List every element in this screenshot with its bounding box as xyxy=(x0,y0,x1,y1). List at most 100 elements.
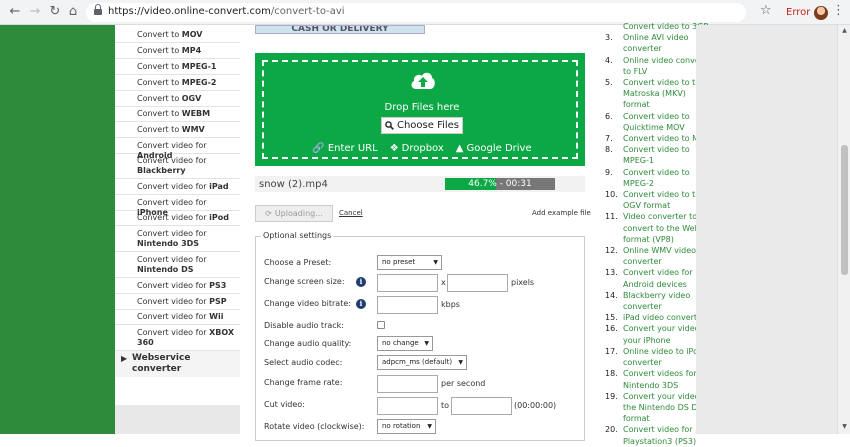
google-drive-link[interactable]: ▲ Google Drive xyxy=(456,143,532,154)
sidebar-item[interactable]: Convert to OGV xyxy=(115,92,240,107)
converter-link[interactable]: Convert video to MPEG-1 xyxy=(623,145,690,165)
dropbox-icon: ❖ xyxy=(389,143,399,154)
converter-link[interactable]: Convert video to Quicktime MOV xyxy=(623,112,690,132)
upload-progress-bar: 46.7% - 00:31 xyxy=(445,178,555,190)
scroll-down-icon[interactable]: ▼ xyxy=(841,423,848,430)
cut-to-label: to xyxy=(441,401,450,410)
choose-files-label: Choose Files xyxy=(396,120,460,131)
screen-height-input[interactable] xyxy=(447,274,508,292)
converter-link[interactable]: iPad video converter xyxy=(623,313,705,322)
converter-link[interactable]: Convert video for Playstation3 (PS3) xyxy=(623,425,696,445)
choose-files-button[interactable]: Choose Files xyxy=(381,117,463,134)
forward-icon[interactable]: → xyxy=(26,3,44,21)
bitrate-input[interactable] xyxy=(377,296,438,314)
page-scrollbar[interactable]: ▲ ▼ xyxy=(837,25,850,434)
reload-icon[interactable]: ↻ xyxy=(46,3,64,21)
bookmark-star-icon[interactable]: ☆ xyxy=(760,3,772,18)
converter-link[interactable]: Online WMV video converter xyxy=(623,246,696,266)
right-background xyxy=(696,25,837,434)
list-number: 8. xyxy=(605,145,613,155)
audio-quality-label: Change audio quality: xyxy=(264,339,352,348)
cancel-link[interactable]: Cancel xyxy=(339,209,363,217)
drop-files-text: Drop Files here xyxy=(384,102,460,113)
converter-link[interactable]: Convert video to the Matroska (MKV) form… xyxy=(623,78,705,109)
converter-link[interactable]: Blackberry video converter xyxy=(623,291,690,311)
cut-end-input[interactable] xyxy=(451,397,512,415)
sidebar-item[interactable]: Convert video for Nintendo DS xyxy=(115,253,240,278)
converter-link[interactable]: Convert video to MPEG-2 xyxy=(623,168,690,188)
sidebar-item[interactable]: Convert video for PS3 xyxy=(115,279,240,294)
screen-width-input[interactable] xyxy=(377,274,438,292)
address-bar[interactable]: https://video.online-convert.com/convert… xyxy=(86,3,746,22)
audio-quality-select[interactable]: no change ▼ xyxy=(377,336,433,351)
error-label: Error xyxy=(786,7,811,18)
progress-label: 46.7% - 00:31 xyxy=(468,179,532,189)
enter-url-link[interactable]: 🔗 Enter URL xyxy=(312,143,377,154)
audio-codec-select[interactable]: adpcm_ms (default) ▼ xyxy=(377,355,467,370)
optional-settings-legend: Optional settings xyxy=(261,231,334,240)
profile-error-button[interactable]: Error xyxy=(786,4,829,21)
home-icon[interactable]: ⌂ xyxy=(64,3,82,21)
sidebar-item[interactable]: Convert video for Wii xyxy=(115,310,240,325)
frame-rate-input[interactable] xyxy=(377,375,438,393)
bitrate-unit: kbps xyxy=(441,300,460,309)
sidebar-item[interactable]: Convert video for iPad xyxy=(115,180,240,195)
file-name: snow (2).mp4 xyxy=(259,179,328,190)
sidebar-item-format: MPEG-2 xyxy=(181,78,217,87)
rotate-select[interactable]: no rotation ▼ xyxy=(377,419,436,434)
disable-audio-checkbox[interactable] xyxy=(377,321,385,329)
converter-link[interactable]: Online AVI video converter xyxy=(623,33,689,53)
sidebar-item[interactable]: Convert to MP4 xyxy=(115,44,240,59)
sidebar: Convert to MOV Convert to MP4 Convert to M… xyxy=(115,25,240,434)
converter-link[interactable]: Video converter to convert to the WebM f… xyxy=(623,212,707,243)
scroll-up-icon[interactable]: ▲ xyxy=(841,27,848,34)
sidebar-item[interactable]: Convert to WMV xyxy=(115,123,240,138)
sidebar-item[interactable]: Convert video for Android xyxy=(115,139,240,160)
sidebar-item-format: WMV xyxy=(181,125,205,134)
sidebar-item[interactable]: Convert video for iPhone xyxy=(115,196,240,217)
sidebar-item[interactable]: Convert video for Nintendo 3DS xyxy=(115,227,240,252)
list-number: 18. xyxy=(605,369,618,379)
sidebar-item[interactable]: Convert video for XBOX 360 xyxy=(115,326,240,351)
browser-toolbar: ← → ↻ ⌂ https://video.online-convert.com… xyxy=(0,0,850,25)
ad-banner[interactable]: CASH OR DELIVERY xyxy=(255,25,425,34)
sidebar-item[interactable]: Convert to MOV xyxy=(115,28,240,43)
list-number: 4. xyxy=(605,55,613,65)
info-icon[interactable]: i xyxy=(356,277,366,287)
converter-link[interactable]: Convert video to the OGV format xyxy=(623,190,705,210)
sidebar-item[interactable]: Convert to MPEG-1 xyxy=(115,60,240,75)
converter-link[interactable]: Convert video for Android devices xyxy=(623,268,693,288)
sidebar-item-format: MOV xyxy=(181,30,203,39)
sidebar-item[interactable]: Convert video for PSP xyxy=(115,295,240,310)
list-number: 13. xyxy=(605,268,618,278)
main-content: CASH OR DELIVERY Drop Files here Choose … xyxy=(240,25,600,441)
dropbox-link[interactable]: ❖ Dropbox xyxy=(390,143,444,154)
sidebar-item[interactable]: Convert video for Blackberry xyxy=(115,154,240,179)
back-icon[interactable]: ← xyxy=(6,3,24,21)
menu-icon[interactable]: ⋮ xyxy=(832,3,845,18)
preset-select[interactable]: no preset ▼ xyxy=(377,255,442,270)
chevron-down-icon: ▼ xyxy=(458,359,463,366)
list-number: 10. xyxy=(605,190,618,200)
add-example-file-link[interactable]: Add example file xyxy=(532,209,591,217)
sidebar-item[interactable]: Convert video for iPod xyxy=(115,211,240,226)
list-number: 12. xyxy=(605,246,618,256)
sidebar-item-format: Blackberry xyxy=(137,166,186,175)
right-sidebar: Convert video to 3GP 3. Online AVI video c… xyxy=(605,22,714,446)
screen-size-label: Change screen size: xyxy=(264,277,345,286)
uploading-button[interactable]: ⟳ Uploading... xyxy=(255,205,333,222)
sidebar-item-format: MP4 xyxy=(181,46,202,55)
sidebar-item[interactable]: Convert to MPEG-2 xyxy=(115,76,240,91)
cut-start-input[interactable] xyxy=(377,397,438,415)
info-icon[interactable]: i xyxy=(356,299,366,309)
file-row: snow (2).mp4 46.7% - 00:31 xyxy=(255,176,585,192)
scroll-thumb[interactable] xyxy=(841,145,848,275)
sidebar-item-webservice[interactable]: ▶ Webservice converter xyxy=(115,351,240,377)
drop-zone[interactable]: Drop Files here Choose Files 🔗 Enter URL … xyxy=(255,53,585,166)
rotate-label: Rotate video (clockwise): xyxy=(264,422,365,431)
converter-link[interactable]: Online video to iPod converter xyxy=(623,347,703,367)
list-number: 15. xyxy=(605,313,618,323)
list-number: 3. xyxy=(605,33,613,43)
sidebar-item[interactable]: Convert to WEBM xyxy=(115,107,240,122)
sidebar-item-format: PS3 xyxy=(209,281,227,290)
